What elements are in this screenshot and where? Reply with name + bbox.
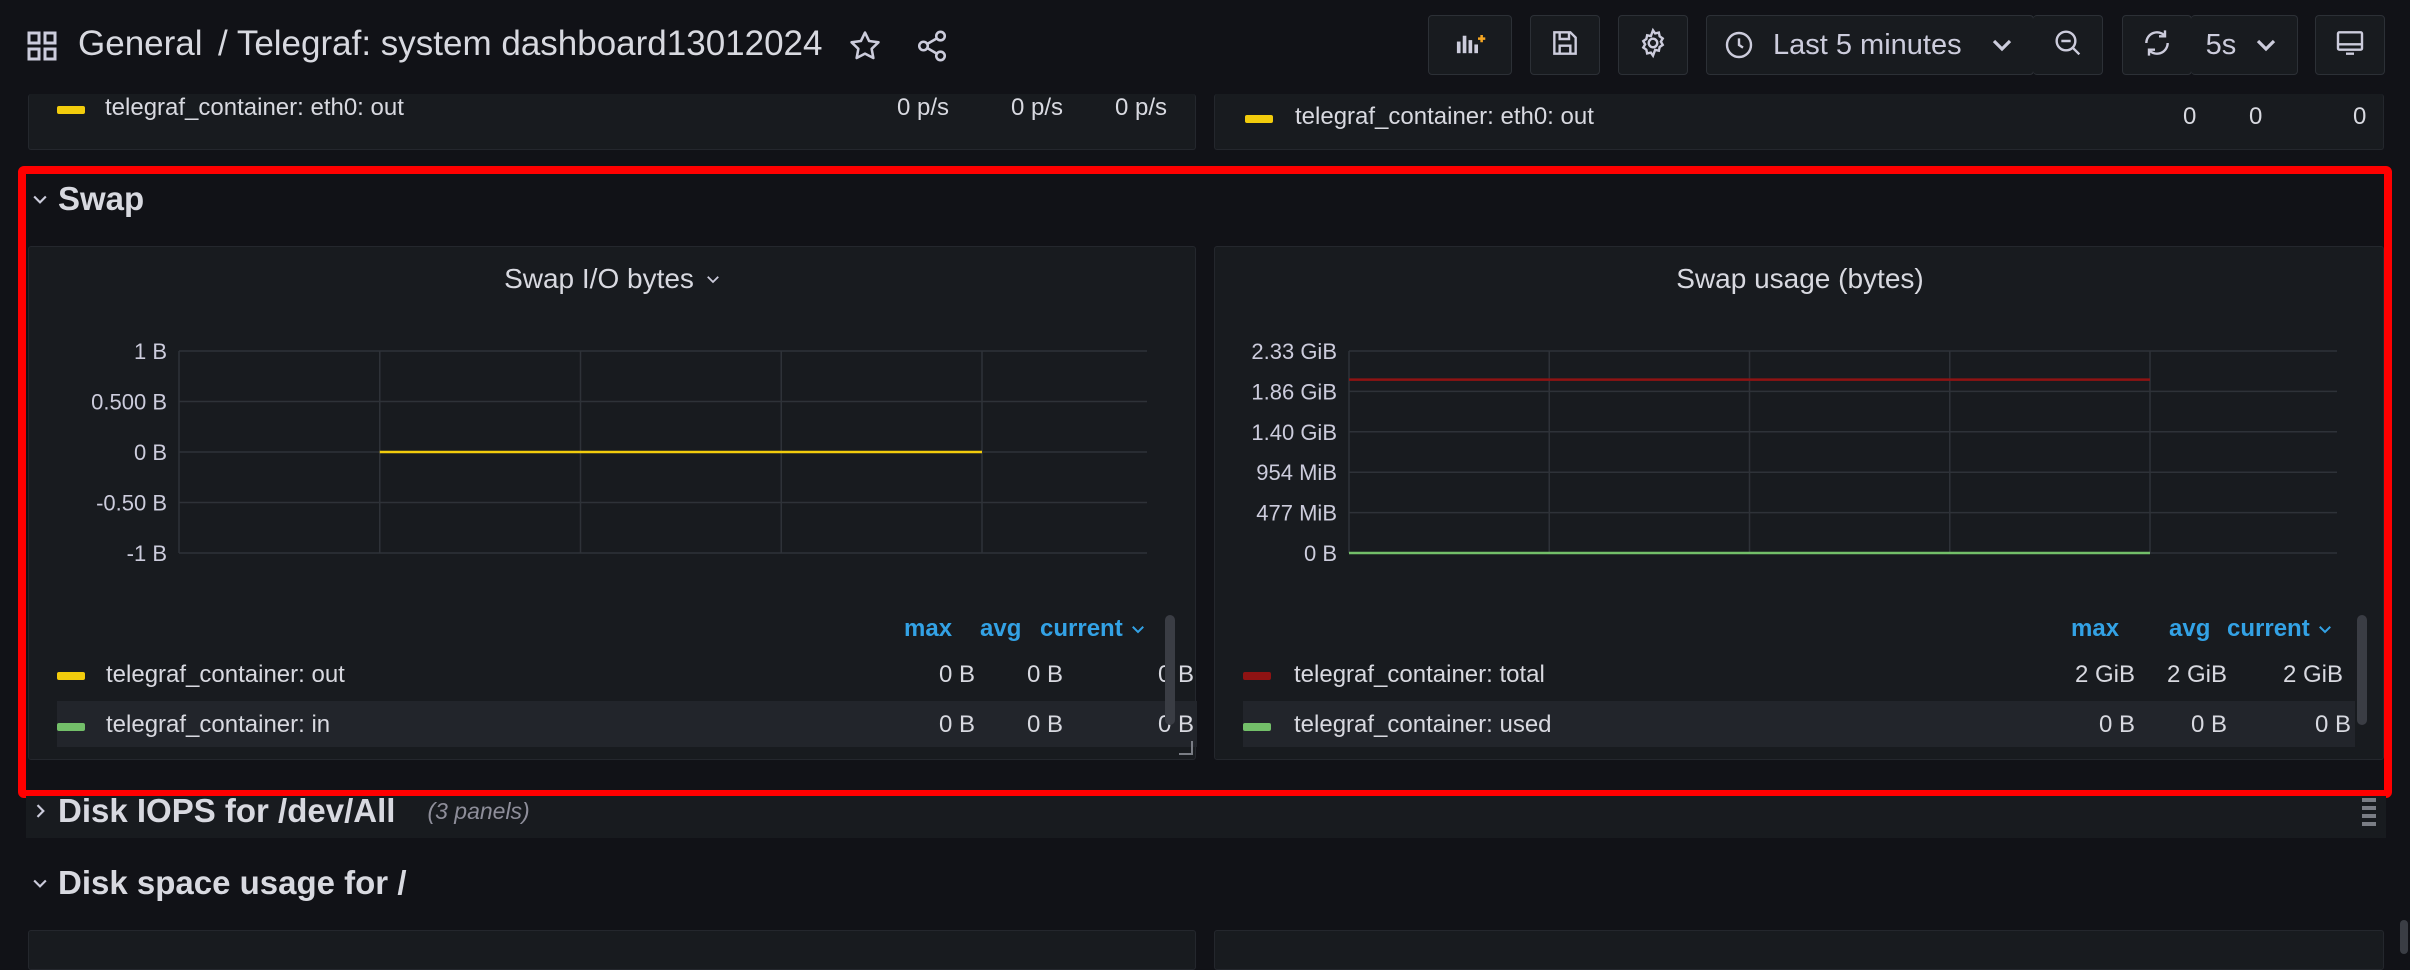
apps-icon[interactable] bbox=[26, 30, 58, 62]
legend-current: 0 bbox=[2353, 103, 2367, 130]
add-panel-button[interactable] bbox=[1428, 15, 1512, 75]
row-drag-handle[interactable] bbox=[2362, 798, 2376, 828]
chevron-down-icon bbox=[2250, 29, 2282, 61]
chevron-right-icon bbox=[30, 801, 50, 821]
refresh-icon bbox=[2141, 27, 2173, 64]
legend-swatch bbox=[57, 106, 85, 114]
gear-icon bbox=[1637, 27, 1669, 64]
refresh-interval-label: 5s bbox=[2205, 28, 2237, 61]
row-panel-count: (3 panels) bbox=[427, 797, 530, 824]
dashboard-settings-button[interactable] bbox=[1618, 15, 1688, 75]
clock-icon bbox=[1723, 29, 1755, 61]
zoom-out-icon bbox=[2052, 27, 2084, 64]
top-navbar: General / Telegraf: system dashboard1301… bbox=[0, 0, 2410, 94]
cycle-view-mode-button[interactable] bbox=[2315, 15, 2385, 75]
save-icon bbox=[1549, 27, 1581, 64]
row-title: Disk space usage for / bbox=[58, 864, 407, 901]
network-panel-left: telegraf_container: eth0: out 0 p/s 0 p/… bbox=[28, 94, 1196, 150]
dashboard-title[interactable]: / Telegraf: system dashboard13012024 bbox=[218, 24, 823, 64]
star-icon[interactable] bbox=[848, 29, 882, 63]
tv-icon bbox=[2334, 27, 2366, 64]
legend-swatch bbox=[1245, 115, 1273, 123]
chevron-down-icon bbox=[30, 873, 50, 893]
highlight-box bbox=[18, 166, 2392, 798]
legend-series-name[interactable]: telegraf_container: eth0: out bbox=[1295, 103, 1594, 131]
legend-current: 0 p/s bbox=[1115, 94, 1168, 121]
disk-space-panel-right bbox=[1214, 930, 2384, 970]
legend-series-name[interactable]: telegraf_container: eth0: out bbox=[105, 94, 404, 122]
disk-space-panel-left bbox=[28, 930, 1196, 970]
breadcrumb-folder[interactable]: General bbox=[78, 24, 203, 64]
add-panel-icon bbox=[1454, 27, 1486, 64]
chevron-down-icon bbox=[1986, 29, 2018, 61]
save-dashboard-button[interactable] bbox=[1530, 15, 1600, 75]
legend-max: 0 bbox=[2183, 103, 2197, 130]
legend-avg: 0 p/s bbox=[1011, 94, 1064, 121]
zoom-out-button[interactable] bbox=[2033, 15, 2103, 75]
network-panel-right: telegraf_container: eth0: out 0 0 0 bbox=[1214, 94, 2384, 150]
legend-avg: 0 bbox=[2249, 103, 2263, 130]
time-range-label: Last 5 minutes bbox=[1773, 28, 1962, 61]
refresh-interval-picker[interactable]: 5s bbox=[2191, 15, 2298, 75]
share-icon[interactable] bbox=[915, 29, 949, 63]
refresh-button[interactable] bbox=[2122, 15, 2192, 75]
row-title: Disk IOPS for /dev/All bbox=[58, 792, 396, 829]
legend-max: 0 p/s bbox=[897, 94, 950, 121]
page-scrollbar[interactable] bbox=[2400, 920, 2408, 954]
time-range-picker[interactable]: Last 5 minutes bbox=[1706, 15, 2034, 75]
row-collapse-toggle-disk-space[interactable]: Disk space usage for / bbox=[30, 864, 406, 902]
row-collapse-toggle-disk-iops[interactable]: Disk IOPS for /dev/All (3 panels) bbox=[30, 792, 530, 830]
